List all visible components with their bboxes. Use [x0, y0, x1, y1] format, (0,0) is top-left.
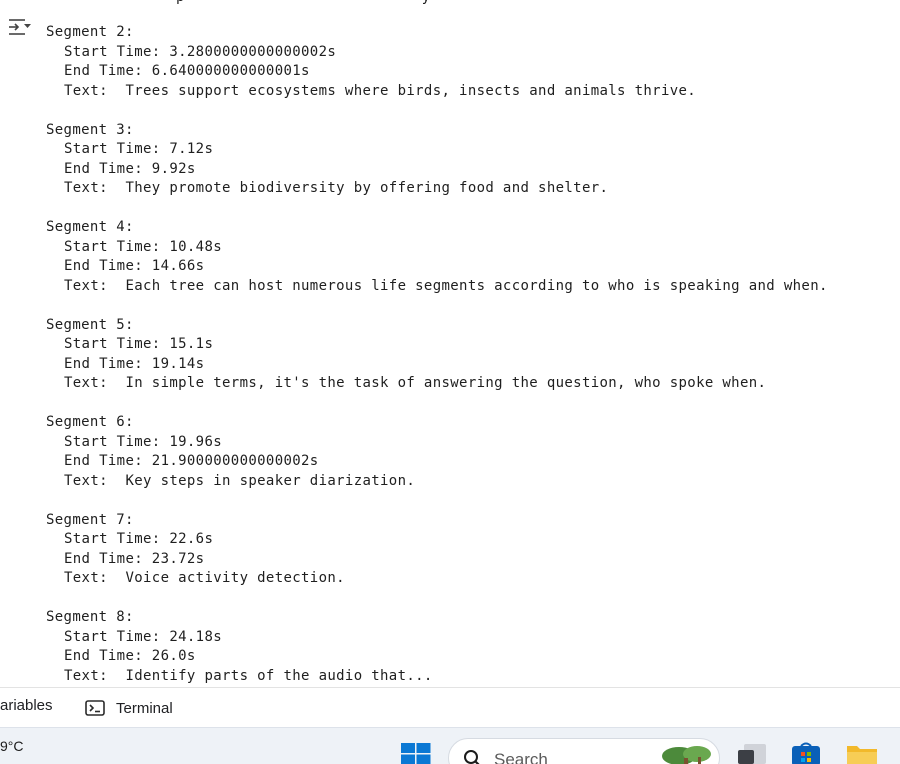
tab-terminal-label: Terminal [116, 699, 173, 717]
segment-header: Segment 7: [46, 511, 134, 528]
segment-header: Segment 4: [46, 219, 134, 235]
segment-header: Segment 6: [46, 414, 134, 430]
segment-text: Text: Key steps in speaker diarization. [64, 472, 416, 489]
output-collapse-button[interactable] [5, 16, 33, 42]
segment-text: Text: Each tree can host numerous life s… [64, 277, 828, 294]
segment-start-time: Start Time: 19.96s [64, 433, 223, 450]
segment-end-time: End Time: 9.92s [64, 160, 196, 177]
segment-block: Segment 4: Start Time: 10.48s End Time: 14… [46, 218, 828, 316]
segment-start-time: Start Time: 3.2800000000000002s [64, 43, 337, 60]
segment-start-time: Start Time: 15.1s [64, 336, 214, 352]
segment-header: Segment 2: [46, 24, 134, 40]
segment-end-time: End Time: 21.900000000000002s [64, 453, 319, 469]
tab-terminal[interactable]: Terminal [85, 697, 173, 719]
segment-end-time: End Time: 19.14s [64, 355, 205, 372]
task-view-icon[interactable] [736, 742, 770, 764]
segment-block: Segment 3: Start Time: 7.12s End Time: 9.9… [46, 121, 828, 219]
segment-start-time: Start Time: 22.6s [64, 531, 214, 547]
collapse-output-icon [9, 19, 31, 35]
search-icon [464, 750, 480, 764]
segment-start-time: Start Time: 10.48s [64, 238, 223, 255]
segment-end-time: End Time: 26.0s [64, 648, 196, 664]
segment-text: Text: Identify parts of the audio that..… [64, 667, 433, 684]
cell-output-area: p y Segment 2: Start Time: 3.280000000000… [0, 0, 900, 687]
segment-header: Segment 8: [46, 609, 134, 625]
segment-block: Segment 7: Start Time: 22.6s End Time: 23.… [46, 511, 828, 609]
segment-header: Segment 5: [46, 316, 134, 333]
segment-text: Text: Voice activity detection. [64, 570, 345, 586]
segment-header: Segment 3: [46, 121, 134, 138]
search-highlight-tree-icon [662, 746, 711, 764]
segment-block: Segment 2: Start Time: 3.2800000000000002… [46, 23, 828, 121]
taskbar-search[interactable]: Search [448, 738, 720, 764]
segment-text: Text: In simple terms, it's the task of … [64, 375, 767, 391]
segments-output: Segment 2: Start Time: 3.2800000000000002… [46, 23, 828, 687]
terminal-icon [85, 700, 105, 716]
search-placeholder: Search [494, 750, 548, 764]
segment-text: Text: They promote biodiversity by offer… [64, 180, 609, 196]
store-icon[interactable] [790, 742, 822, 764]
segment-end-time: End Time: 14.66s [64, 258, 205, 274]
segment-start-time: Start Time: 24.18s [64, 628, 223, 645]
weather-widget[interactable]: 9°C [0, 738, 24, 754]
segment-block: Segment 8: Start Time: 24.18s End Time: 26… [46, 608, 828, 687]
file-explorer-icon[interactable] [845, 742, 879, 764]
cutoff-output-line: p y [176, 0, 431, 5]
tab-variables[interactable]: ariables [0, 697, 53, 714]
segment-text: Text: Trees support ecosystems where bir… [64, 82, 697, 99]
windows-start-icon[interactable] [401, 743, 431, 764]
windows-taskbar: 9°C Search [0, 727, 900, 764]
segment-end-time: End Time: 23.72s [64, 550, 205, 567]
bottom-panel-tabs: ariables Terminal [0, 687, 900, 727]
segment-end-time: End Time: 6.640000000000001s [64, 63, 310, 79]
segment-block: Segment 6: Start Time: 19.96s End Time: 21… [46, 413, 828, 511]
segment-start-time: Start Time: 7.12s [64, 141, 214, 157]
segment-block: Segment 5: Start Time: 15.1s End Time: 19.… [46, 316, 828, 414]
